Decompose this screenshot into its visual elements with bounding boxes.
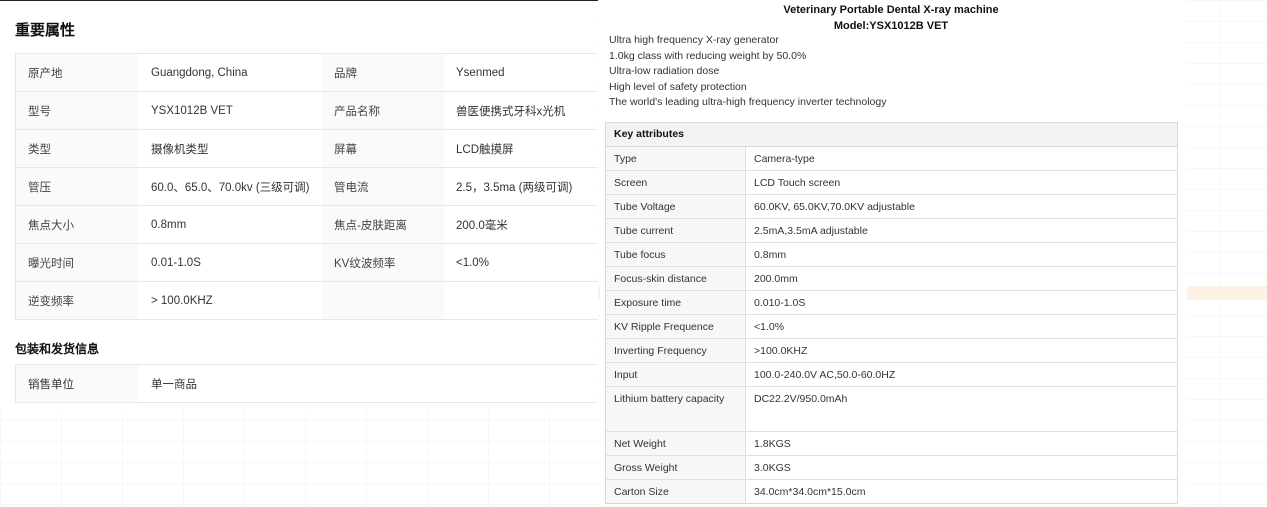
attribute-value <box>444 281 598 320</box>
spec-value: Camera-type <box>745 147 1177 171</box>
spec-key: Gross Weight <box>606 455 746 480</box>
spec-row: Exposure time 0.010-1.0S <box>606 290 1177 315</box>
attribute-value: 0.01-1.0S <box>139 243 322 282</box>
spec-key: Exposure time <box>606 290 746 315</box>
attribute-key: 品牌 <box>322 53 444 92</box>
attribute-value: <1.0% <box>444 243 598 282</box>
attribute-key: 型号 <box>15 91 139 130</box>
spec-row: Carton Size 34.0cm*34.0cm*15.0cm <box>606 479 1177 503</box>
spec-row: Lithium battery capacity DC22.2V/950.0mAh <box>606 386 1177 432</box>
spec-key: Type <box>606 147 746 171</box>
packaging-row: 销售单位 单一商品 <box>15 364 598 403</box>
spec-value: 60.0KV, 65.0KV,70.0KV adjustable <box>745 194 1177 219</box>
attribute-row: 型号 YSX1012B VET 产品名称 兽医便携式牙科x光机 <box>15 91 598 130</box>
product-model: Model:YSX1012B VET <box>833 20 949 32</box>
feature-item: Ultra high frequency X-ray generator <box>609 34 779 46</box>
spec-key: Inverting Frequency <box>606 338 746 363</box>
spec-row: Focus-skin distance 200.0mm <box>606 266 1177 291</box>
spec-value: 1.8KGS <box>745 431 1177 456</box>
product-title: Veterinary Portable Dental X-ray machine… <box>600 2 1182 34</box>
attribute-key: 原产地 <box>15 53 139 92</box>
spec-row: Tube Voltage 60.0KV, 65.0KV,70.0KV adjust… <box>606 194 1177 219</box>
feature-item: 1.0kg class with reducing weight by 50.0… <box>609 49 807 62</box>
spec-key: Tube current <box>606 218 746 243</box>
spec-key: Input <box>606 362 746 387</box>
attribute-key: 曝光时间 <box>15 243 139 282</box>
spec-row: Gross Weight 3.0KGS <box>606 455 1177 480</box>
spec-row: Input 100.0-240.0V AC,50.0-60.0HZ <box>606 362 1177 387</box>
attributes-panel: 重要属性 原产地 Guangdong, China 品牌 Ysenmed 型号 YSX10… <box>0 0 598 411</box>
spec-row: Net Weight 1.8KGS <box>606 431 1177 456</box>
product-title-line1: Veterinary Portable Dental X-ray machine <box>783 4 999 16</box>
attribute-key: 焦点-皮肤距离 <box>322 205 444 244</box>
spec-value: LCD Touch screen <box>745 170 1177 195</box>
attribute-key: 类型 <box>15 129 139 168</box>
attribute-row: 逆变频率 > 100.0KHZ <box>15 281 598 320</box>
spec-value: 0.8mm <box>745 242 1177 267</box>
key-attributes-table: Type Camera-type Screen LCD Touch screen Tub… <box>606 147 1177 503</box>
section-title: 重要属性 <box>15 22 76 39</box>
packaging-section-title: 包装和发货信息 <box>15 342 100 356</box>
spec-key: Carton Size <box>606 479 746 503</box>
attribute-value: YSX1012B VET <box>139 91 322 130</box>
product-spec-panel: Veterinary Portable Dental X-ray machine… <box>600 0 1186 507</box>
spec-value: <1.0% <box>745 314 1177 339</box>
attribute-key: 管电流 <box>322 167 444 206</box>
spec-row: KV Ripple Frequence <1.0% <box>606 314 1177 339</box>
packaging-key: 销售单位 <box>15 364 139 403</box>
key-attributes-header: Key attributes <box>606 123 1177 147</box>
key-attributes-box: Key attributes Type Camera-type Screen LCD … <box>605 122 1178 504</box>
feature-list: Ultra high frequency X-ray generator 1.0k… <box>609 33 887 111</box>
spec-key: Focus-skin distance <box>606 266 746 291</box>
attribute-row: 原产地 Guangdong, China 品牌 Ysenmed <box>15 53 598 92</box>
packaging-value: 单一商品 <box>139 364 598 403</box>
spec-value: 34.0cm*34.0cm*15.0cm <box>754 485 866 498</box>
spec-value: 3.0KGS <box>745 455 1177 480</box>
attribute-key: 屏幕 <box>322 129 444 168</box>
attribute-value: Ysenmed <box>444 53 598 92</box>
packaging-table: 销售单位 单一商品 <box>15 364 598 403</box>
attribute-value: 0.8mm <box>139 205 322 244</box>
spec-key: Tube Voltage <box>606 194 746 219</box>
attribute-value: 兽医便携式牙科x光机 <box>444 91 598 130</box>
spec-key: Screen <box>606 170 746 195</box>
attribute-value: 60.0、65.0、70.0kv (三级可调) <box>139 167 322 206</box>
feature-item: The world's leading ultra-high frequency… <box>609 96 887 109</box>
feature-item: High level of safety protection <box>609 80 747 93</box>
attribute-value: > 100.0KHZ <box>139 281 322 320</box>
attributes-table: 原产地 Guangdong, China 品牌 Ysenmed 型号 YSX1012B V… <box>15 53 598 320</box>
feature-item: Ultra-low radiation dose <box>609 65 720 78</box>
spec-row: Screen LCD Touch screen <box>606 170 1177 195</box>
spec-key: KV Ripple Frequence <box>606 314 746 339</box>
attribute-value: 200.0毫米 <box>444 205 598 244</box>
attribute-row: 管压 60.0、65.0、70.0kv (三级可调) 管电流 2.5，3.5ma (两… <box>15 167 598 206</box>
spec-value: 0.010-1.0S <box>745 290 1177 315</box>
spec-row: Type Camera-type <box>606 147 1177 171</box>
spec-value: >100.0KHZ <box>745 338 1177 363</box>
spec-row: Inverting Frequency >100.0KHZ <box>606 338 1177 363</box>
attribute-row: 焦点大小 0.8mm 焦点-皮肤距离 200.0毫米 <box>15 205 598 244</box>
spec-value: DC22.2V/950.0mAh <box>745 386 1177 432</box>
spec-key: Lithium battery capacity <box>606 386 746 432</box>
spec-value: 100.0-240.0V AC,50.0-60.0HZ <box>745 362 1177 387</box>
attribute-value: 2.5，3.5ma (两级可调) <box>444 167 598 206</box>
attribute-key: 管压 <box>15 167 139 206</box>
attribute-row: 类型 摄像机类型 屏幕 LCD触摸屏 <box>15 129 598 168</box>
attribute-row: 曝光时间 0.01-1.0S KV纹波频率 <1.0% <box>15 243 598 282</box>
spec-value: 200.0mm <box>745 266 1177 291</box>
attribute-key: 焦点大小 <box>15 205 139 244</box>
spec-key: Tube focus <box>606 242 746 267</box>
attribute-value: LCD触摸屏 <box>444 129 598 168</box>
spec-row: Tube current 2.5mA,3.5mA adjustable <box>606 218 1177 243</box>
highlighted-cell <box>1187 286 1267 300</box>
attribute-key: 逆变频率 <box>15 281 139 320</box>
spec-key: Net Weight <box>606 431 746 456</box>
attribute-value: 摄像机类型 <box>139 129 322 168</box>
spec-row: Tube focus 0.8mm <box>606 242 1177 267</box>
attribute-value: Guangdong, China <box>139 53 322 92</box>
spec-value: 2.5mA,3.5mA adjustable <box>745 218 1177 243</box>
attribute-key: KV纹波频率 <box>322 243 444 282</box>
attribute-key <box>322 281 444 320</box>
attribute-key: 产品名称 <box>322 91 444 130</box>
